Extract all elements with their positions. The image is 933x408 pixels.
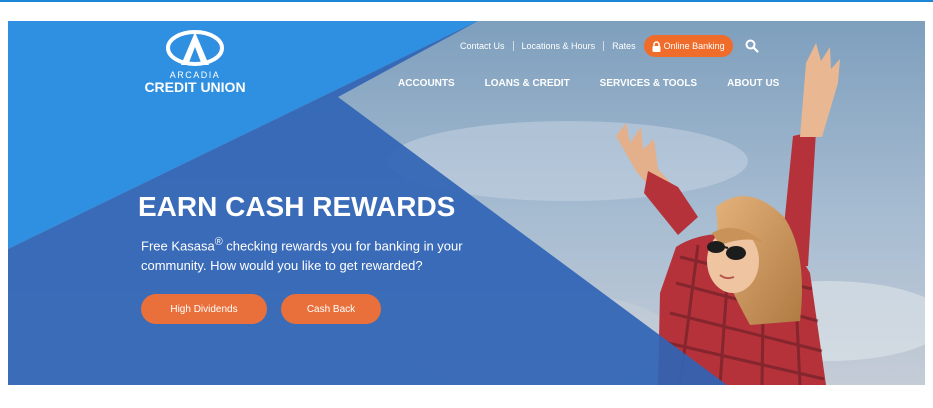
arcadia-logo-icon [166,30,224,66]
top-accent-bar [0,0,933,2]
desc-prefix: Free Kasasa [141,238,215,254]
hero-banner: ARCADIA CREDIT UNION Contact Us Location… [8,21,925,385]
registered-mark: ® [214,236,223,248]
lock-icon [652,40,661,52]
nav-services-tools[interactable]: SERVICES & TOOLS [600,78,697,89]
high-dividends-button[interactable]: High Dividends [141,294,267,324]
nav-accounts[interactable]: ACCOUNTS [398,78,455,89]
contact-us-link[interactable]: Contact Us [460,41,505,51]
cash-back-button[interactable]: Cash Back [281,294,381,324]
main-nav: ACCOUNTS LOANS & CREDIT SERVICES & TOOLS… [398,78,779,89]
hero-description: Free Kasasa® checking rewards you for ba… [141,232,511,276]
online-banking-label: Online Banking [663,41,725,51]
utility-nav: Contact Us Locations & Hours Rates Onlin… [460,35,759,57]
logo-main-text: CREDIT UNION [144,79,246,95]
hero-headline: EARN CASH REWARDS [138,191,456,222]
nav-loans-credit[interactable]: LOANS & CREDIT [485,78,570,89]
search-icon[interactable] [745,39,759,53]
divider [603,41,605,51]
nav-about-us[interactable]: ABOUT US [727,78,779,89]
divider [512,41,514,51]
online-banking-button[interactable]: Online Banking [643,35,733,57]
arcadia-logo[interactable]: ARCADIA CREDIT UNION [140,27,250,107]
locations-link[interactable]: Locations & Hours [522,41,596,51]
rates-link[interactable]: Rates [612,41,636,51]
